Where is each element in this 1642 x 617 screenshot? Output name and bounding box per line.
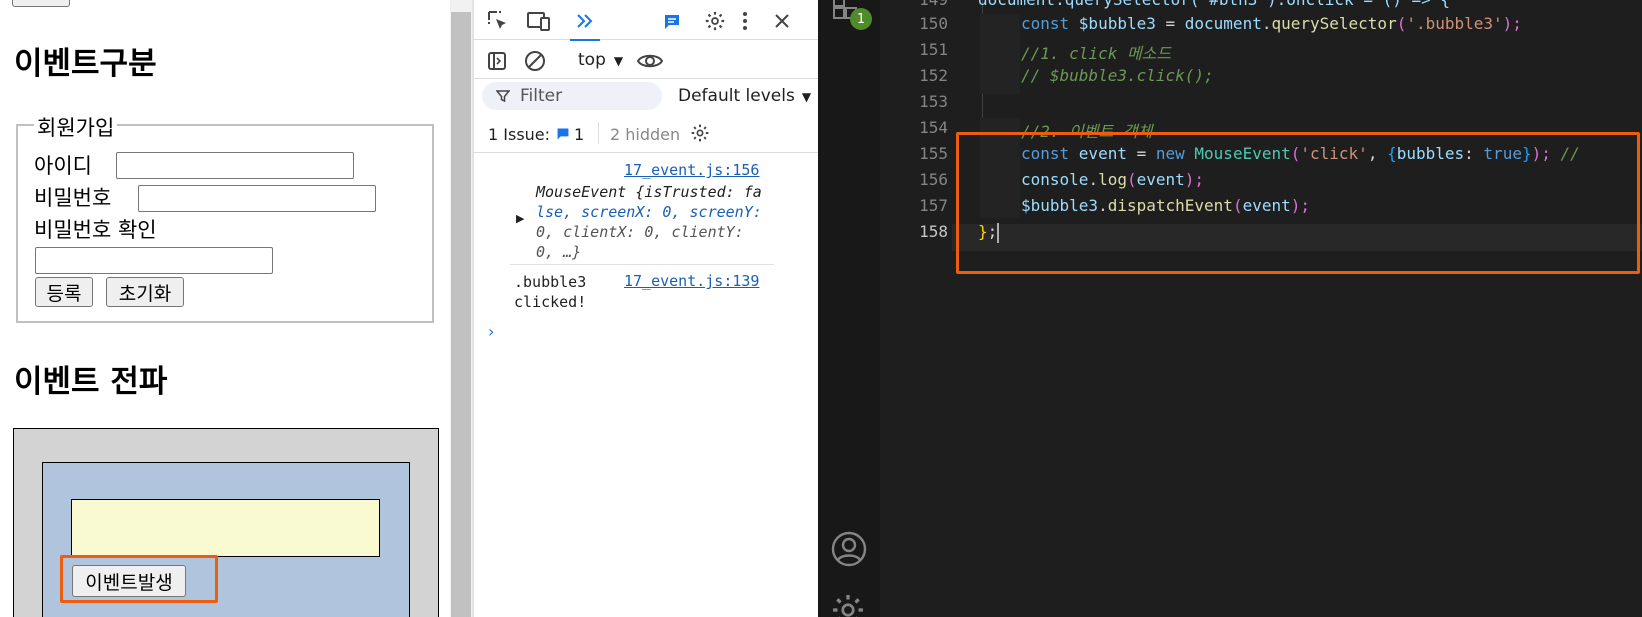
line-number: 152	[919, 66, 948, 85]
id-input[interactable]	[116, 152, 354, 179]
expand-triangle-icon[interactable]: ▶	[516, 212, 524, 225]
bubble-log: .bubble3 clicked!	[514, 272, 586, 312]
reset-button[interactable]: 초기화	[106, 277, 184, 307]
log-source-link[interactable]: 17_event.js:139	[624, 272, 759, 290]
clear-console-icon[interactable]	[522, 48, 548, 74]
filter-placeholder: Filter	[520, 86, 563, 106]
close-devtools-icon[interactable]	[770, 8, 794, 34]
code-line-151[interactable]: //1. click 메소드	[1021, 40, 1171, 64]
devtools-panel: top ▼ Filter Default levels ▼ 1 Issue: 1 2…	[474, 0, 818, 617]
heading-event-types: 이벤트구분	[14, 46, 157, 82]
code-token: '.bubble3'	[1406, 14, 1503, 33]
indent-shade	[980, 14, 1020, 94]
line-number: 157	[919, 196, 948, 215]
console-prompt[interactable]: ›	[488, 322, 494, 341]
line-number: 149	[898, 0, 948, 9]
chevron-down-icon: ▼	[801, 90, 812, 104]
sidebar-toggle-icon[interactable]	[484, 48, 510, 74]
id-label: 아이디	[34, 154, 92, 178]
settings-gear-icon[interactable]	[702, 8, 728, 34]
register-button[interactable]: 등록	[35, 277, 93, 307]
line-number: 150	[919, 14, 948, 33]
log-line: lse, screenX: 0, screenY:	[536, 203, 762, 221]
code-token: querySelector	[1271, 14, 1397, 33]
top-button-stub[interactable]	[12, 0, 70, 7]
context-value: top	[578, 50, 606, 70]
bubble3-box[interactable]	[71, 499, 380, 557]
line-number: 151	[919, 40, 948, 59]
line-number: 154	[919, 118, 948, 137]
code-token: const	[1021, 14, 1079, 33]
password-confirm-label: 비밀번호 확인	[34, 218, 157, 242]
manage-gear-icon[interactable]	[830, 592, 868, 617]
log-line: MouseEvent {isTrusted: fa	[536, 183, 762, 201]
password-confirm-input[interactable]	[35, 247, 273, 274]
code-text: document.querySelector('#btn3').onclick …	[978, 0, 1450, 9]
code-token: document	[1184, 14, 1262, 33]
code-token: =	[1155, 14, 1185, 33]
page-scrollbar[interactable]	[450, 0, 472, 617]
filter-funnel-icon	[494, 86, 512, 106]
inspect-element-icon[interactable]	[484, 8, 512, 34]
line-number: 153	[919, 92, 948, 111]
log-line: 0, clientX: 0, clientY:	[536, 223, 744, 241]
live-expression-eye-icon[interactable]	[634, 48, 666, 74]
chevron-down-icon: ▼	[613, 54, 624, 68]
log-levels-dropdown[interactable]: Default levels ▼	[678, 86, 811, 106]
hidden-count: 2 hidden	[610, 125, 681, 144]
log-line: 0, …}	[536, 243, 582, 261]
log-line: clicked!	[514, 293, 587, 311]
issue-message-icon	[554, 124, 572, 144]
more-options-kebab-icon[interactable]	[736, 8, 754, 34]
account-icon[interactable]	[830, 530, 868, 568]
code-line-152[interactable]: // $bubble3.click();	[1021, 66, 1214, 85]
more-tabs-chevron-icon[interactable]	[570, 6, 600, 36]
activity-bar	[818, 0, 880, 617]
code-token: (	[1396, 14, 1407, 33]
line-number: 155	[919, 144, 948, 163]
issues-count[interactable]: 1	[574, 125, 584, 144]
issues-message-icon[interactable]	[660, 10, 684, 34]
code-token: );	[1502, 14, 1522, 33]
device-toolbar-icon[interactable]	[524, 8, 554, 34]
issues-label[interactable]: 1 Issue:	[488, 125, 550, 144]
code-token: $bubble3	[1078, 14, 1156, 33]
mouse-event-log[interactable]: MouseEvent {isTrusted: fa lse, screenX: …	[536, 182, 762, 262]
code-line-149[interactable]: document.querySelector('#btn3').onclick …	[978, 0, 1450, 9]
line-number-current: 158	[919, 222, 948, 241]
log-line: .bubble3	[514, 273, 587, 291]
web-page: 이벤트구분 회원가입 아이디 비밀번호 비밀번호 확인 등록 초기화 이벤트 전…	[0, 0, 450, 617]
context-selector[interactable]: top ▼	[578, 50, 623, 70]
log-levels-label: Default levels	[678, 86, 795, 106]
issues-separator	[598, 122, 599, 144]
page-scrollbar-thumb[interactable]	[451, 12, 471, 617]
notification-badge: 1	[850, 8, 872, 30]
signup-legend: 회원가입	[34, 112, 118, 142]
code-line-150[interactable]: const $bubble3 = document.querySelector(…	[1021, 14, 1522, 33]
line-number: 156	[919, 170, 948, 189]
log-separator	[510, 264, 774, 265]
code-highlight-box	[956, 132, 1640, 274]
password-input[interactable]	[138, 185, 376, 212]
log-source-link[interactable]: 17_event.js:156	[624, 161, 759, 179]
console-settings-gear-icon[interactable]	[688, 120, 712, 146]
password-label: 비밀번호	[34, 186, 112, 210]
heading-event-propagation: 이벤트 전파	[14, 364, 168, 400]
code-editor: 1 149 150 151 152 153 154 155 156 157 15…	[818, 0, 1642, 617]
trigger-highlight-box	[60, 555, 218, 603]
